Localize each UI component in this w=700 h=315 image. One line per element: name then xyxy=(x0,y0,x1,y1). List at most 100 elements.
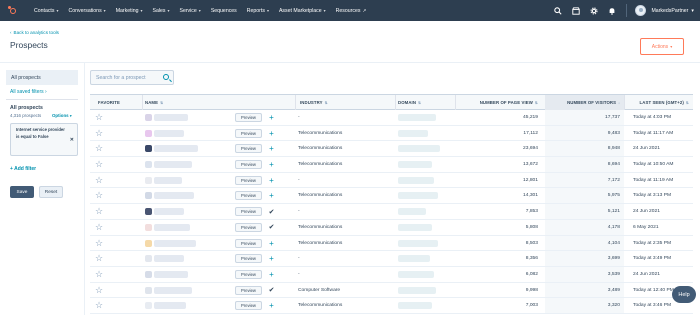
star-icon[interactable]: ☆ xyxy=(95,267,103,282)
column-header-name[interactable]: NAME ⇅ xyxy=(145,95,205,110)
domain-redacted[interactable] xyxy=(398,298,432,313)
column-divider[interactable] xyxy=(624,95,625,110)
table-row[interactable]: ☆ Preview + - 12,801 7,172 Today at 11:19 AM xyxy=(90,172,693,189)
nav-item-resources[interactable]: Resources ↗ xyxy=(336,8,367,14)
star-icon[interactable]: ☆ xyxy=(95,188,103,203)
star-icon[interactable]: ☆ xyxy=(95,204,103,219)
star-icon[interactable]: ☆ xyxy=(95,110,103,125)
add-filter-button[interactable]: + Add filter xyxy=(10,166,36,172)
company-name-redacted[interactable] xyxy=(154,220,190,235)
nav-item-conversations[interactable]: Conversations ▾ xyxy=(69,8,106,14)
star-icon[interactable]: ☆ xyxy=(95,157,103,172)
domain-redacted[interactable] xyxy=(398,283,436,298)
star-icon[interactable]: ☆ xyxy=(95,251,103,266)
search-icon[interactable] xyxy=(163,74,169,80)
preview-button[interactable]: Preview xyxy=(235,144,262,154)
save-button[interactable]: Save xyxy=(10,186,34,198)
company-name-redacted[interactable] xyxy=(154,251,184,266)
star-icon[interactable]: ☆ xyxy=(95,298,103,313)
column-header-domain[interactable]: DOMAIN ⇅ xyxy=(398,95,448,110)
settings-icon[interactable] xyxy=(590,6,599,15)
nav-item-contacts[interactable]: Contacts ▾ xyxy=(34,8,59,14)
table-row[interactable]: ☆ Preview + Telecommunications 13,672 8,694 To… xyxy=(90,157,693,173)
company-name-redacted[interactable] xyxy=(154,173,182,188)
close-icon[interactable]: ✕ xyxy=(70,137,74,144)
preview-button[interactable]: Preview xyxy=(235,191,262,201)
star-icon[interactable]: ☆ xyxy=(95,220,103,235)
domain-redacted[interactable] xyxy=(398,157,432,172)
saved-filters-link[interactable]: All saved filters › xyxy=(10,89,47,95)
domain-redacted[interactable] xyxy=(398,141,440,156)
table-row[interactable]: ☆ Preview + Telecommunications 8,503 4,104 Tod… xyxy=(90,235,693,252)
preview-button[interactable]: Preview xyxy=(235,175,262,185)
sidebar-item-all-prospects[interactable]: All prospects xyxy=(6,70,78,85)
table-row[interactable]: ☆ Preview + Telecommunications 14,301 5,975 To… xyxy=(90,188,693,205)
company-name-redacted[interactable] xyxy=(154,204,184,219)
preview-button[interactable]: Preview xyxy=(235,113,262,122)
back-to-analytics-link[interactable]: ‹ Back to analytics tools xyxy=(10,30,59,35)
reset-button[interactable]: Reset xyxy=(39,186,63,198)
domain-redacted[interactable] xyxy=(398,110,436,125)
company-name-redacted[interactable] xyxy=(154,188,194,203)
notifications-icon[interactable] xyxy=(608,7,616,15)
plus-icon[interactable]: + xyxy=(267,299,276,312)
preview-button[interactable]: Preview xyxy=(235,285,262,295)
preview-button[interactable]: Preview xyxy=(235,128,262,138)
domain-redacted[interactable] xyxy=(398,267,434,282)
table-row[interactable]: ☆ Preview + Telecommunications 17,112 9,483 To… xyxy=(90,125,693,142)
help-button[interactable]: Help xyxy=(672,286,696,303)
star-icon[interactable]: ☆ xyxy=(95,126,103,141)
plus-icon[interactable]: + xyxy=(267,252,276,265)
nav-item-sales[interactable]: Sales ▾ xyxy=(152,8,169,14)
account-menu[interactable]: MarkedsPartner ▾ xyxy=(651,8,694,14)
check-icon[interactable]: ✔ xyxy=(267,221,276,234)
marketplace-icon[interactable] xyxy=(572,6,581,15)
nav-item-service[interactable]: Service ▾ xyxy=(179,8,200,14)
nav-item-marketing[interactable]: Marketing ▾ xyxy=(116,8,143,14)
options-dropdown[interactable]: Options ▾ xyxy=(52,113,72,118)
plus-icon[interactable]: + xyxy=(267,237,276,250)
search-field[interactable] xyxy=(90,70,174,85)
company-name-redacted[interactable] xyxy=(154,283,192,298)
star-icon[interactable]: ☆ xyxy=(95,173,103,188)
domain-redacted[interactable] xyxy=(398,220,432,235)
check-icon[interactable]: ✔ xyxy=(267,284,276,297)
company-name-redacted[interactable] xyxy=(154,236,196,251)
search-input[interactable] xyxy=(91,74,159,81)
nav-item-sequences[interactable]: Sequences xyxy=(211,8,237,14)
preview-button[interactable]: Preview xyxy=(235,301,262,311)
search-icon[interactable] xyxy=(554,6,563,15)
active-filter-card[interactable]: Internet service provider is equal to Fa… xyxy=(10,123,78,156)
column-divider[interactable] xyxy=(295,95,296,110)
column-header-number-of-page-view[interactable]: NUMBER OF PAGE VIEW ⇅ xyxy=(460,95,542,110)
star-icon[interactable]: ☆ xyxy=(95,283,103,298)
column-header-number-of-visitors[interactable]: NUMBER OF VISITORS ↓ xyxy=(545,95,624,110)
table-row[interactable]: ☆ Preview + Telecommunications 23,694 8,948 24… xyxy=(90,141,693,158)
preview-button[interactable]: Preview xyxy=(235,238,262,248)
column-header-last-seen-gmt-2[interactable]: LAST SEEN (GMT+2) ⇅ xyxy=(628,95,693,110)
avatar[interactable] xyxy=(635,5,647,16)
table-row[interactable]: ☆ Preview + Telecommunications 7,003 3,320 Tod… xyxy=(90,298,693,314)
domain-redacted[interactable] xyxy=(398,126,428,141)
preview-button[interactable]: Preview xyxy=(235,160,262,170)
nav-item-reports[interactable]: Reports ▾ xyxy=(247,8,269,14)
domain-redacted[interactable] xyxy=(398,173,434,188)
actions-button[interactable]: Actions ▾ xyxy=(640,38,684,55)
company-name-redacted[interactable] xyxy=(154,157,192,172)
domain-redacted[interactable] xyxy=(398,204,426,219)
table-row[interactable]: ☆ Preview + - 6,082 3,539 24 Jun 2021 xyxy=(90,266,693,283)
company-name-redacted[interactable] xyxy=(154,267,188,282)
domain-redacted[interactable] xyxy=(398,251,430,266)
hubspot-logo-icon[interactable] xyxy=(8,5,18,16)
column-divider[interactable] xyxy=(455,95,456,110)
preview-button[interactable]: Preview xyxy=(235,254,262,264)
column-divider[interactable] xyxy=(395,95,396,110)
plus-icon[interactable]: + xyxy=(267,174,276,187)
plus-icon[interactable]: + xyxy=(267,142,276,155)
star-icon[interactable]: ☆ xyxy=(95,236,103,251)
plus-icon[interactable]: + xyxy=(267,268,276,281)
table-row[interactable]: ☆ Preview + - 8,356 3,699 Today at 3:49 PM xyxy=(90,251,693,267)
nav-item-asset-marketplace[interactable]: Asset Marketplace ▾ xyxy=(279,8,326,14)
table-row[interactable]: ☆ Preview ✔ - 7,853 5,121 24 Jun 2021 xyxy=(90,204,693,220)
preview-button[interactable]: Preview xyxy=(235,222,262,232)
